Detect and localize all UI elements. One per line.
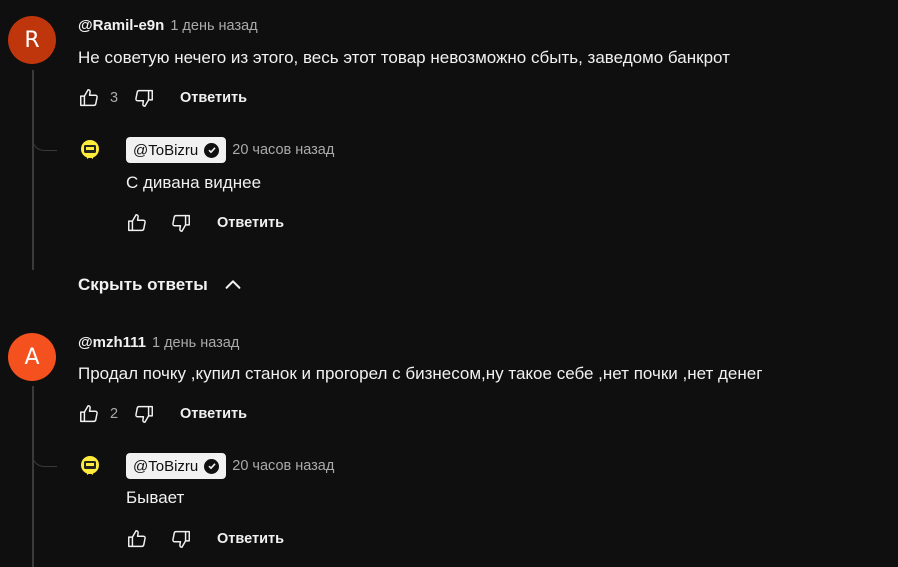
verified-check-icon	[204, 458, 220, 474]
comment-text: Продал почку ,купил станок и прогорел с …	[78, 364, 763, 383]
hide-replies-label: Скрыть ответы	[78, 275, 208, 294]
comment-actions: 3 Ответить	[77, 86, 247, 110]
dislike-button[interactable]	[169, 527, 193, 551]
comment-author[interactable]: @mzh111	[78, 334, 146, 351]
comment-author[interactable]: @Ramil-e9n	[78, 17, 164, 34]
avatar-letter: R	[24, 27, 40, 53]
comment-text: Не советую нечего из этого, весь этот то…	[78, 48, 730, 67]
reply-actions: Ответить	[125, 211, 284, 235]
comment-time[interactable]: 1 день назад	[152, 335, 239, 351]
comment-time[interactable]: 1 день назад	[170, 18, 257, 34]
author-badge[interactable]: @ToBizru	[126, 137, 227, 163]
reply-time[interactable]: 20 часов назад	[232, 458, 334, 474]
reply-button[interactable]: Ответить	[180, 90, 247, 106]
reply-time[interactable]: 20 часов назад	[232, 142, 334, 158]
like-count: 3	[110, 90, 119, 106]
reply-button[interactable]: Ответить	[217, 531, 284, 547]
like-button[interactable]	[77, 86, 101, 110]
channel-avatar[interactable]	[78, 139, 102, 163]
thumbs-up-icon	[80, 89, 98, 107]
hide-replies-button[interactable]: Скрыть ответы	[78, 274, 244, 296]
verified-check-icon	[204, 142, 220, 158]
like-button[interactable]	[125, 211, 149, 235]
reply-author: @ToBizru	[133, 457, 199, 475]
reply-author: @ToBizru	[133, 141, 199, 159]
like-button[interactable]	[77, 402, 101, 426]
channel-logo-icon	[81, 456, 99, 475]
channel-logo-icon	[81, 140, 99, 159]
dislike-button[interactable]	[132, 86, 156, 110]
thumbs-down-icon	[172, 214, 190, 232]
like-button[interactable]	[125, 527, 149, 551]
channel-avatar[interactable]	[78, 455, 102, 479]
comment-header: @Ramil-e9n 1 день назад	[78, 17, 258, 34]
reply-actions: Ответить	[125, 527, 284, 551]
reply-button[interactable]: Ответить	[217, 215, 284, 231]
thread-line	[32, 70, 34, 270]
avatar[interactable]: R	[8, 16, 56, 64]
thumbs-down-icon	[135, 89, 153, 107]
avatar-letter: A	[24, 344, 40, 370]
reply-connector	[32, 136, 57, 151]
reply-text: Бывает	[126, 488, 185, 507]
like-count: 2	[110, 406, 119, 422]
thumbs-down-icon	[172, 530, 190, 548]
comment-header: @mzh111 1 день назад	[78, 334, 239, 351]
thread-line	[32, 386, 34, 567]
avatar[interactable]: A	[8, 333, 56, 381]
reply-header: @ToBizru 20 часов назад	[126, 453, 334, 479]
chevron-up-icon	[225, 280, 241, 289]
dislike-button[interactable]	[169, 211, 193, 235]
author-badge[interactable]: @ToBizru	[126, 453, 227, 479]
thumbs-down-icon	[135, 405, 153, 423]
reply-connector	[32, 452, 57, 467]
thumbs-up-icon	[80, 405, 98, 423]
thumbs-up-icon	[128, 214, 146, 232]
thumbs-up-icon	[128, 530, 146, 548]
reply-button[interactable]: Ответить	[180, 406, 247, 422]
comment-actions: 2 Ответить	[77, 402, 247, 426]
dislike-button[interactable]	[132, 402, 156, 426]
reply-header: @ToBizru 20 часов назад	[126, 137, 334, 163]
reply-text: С дивана виднее	[126, 173, 262, 192]
